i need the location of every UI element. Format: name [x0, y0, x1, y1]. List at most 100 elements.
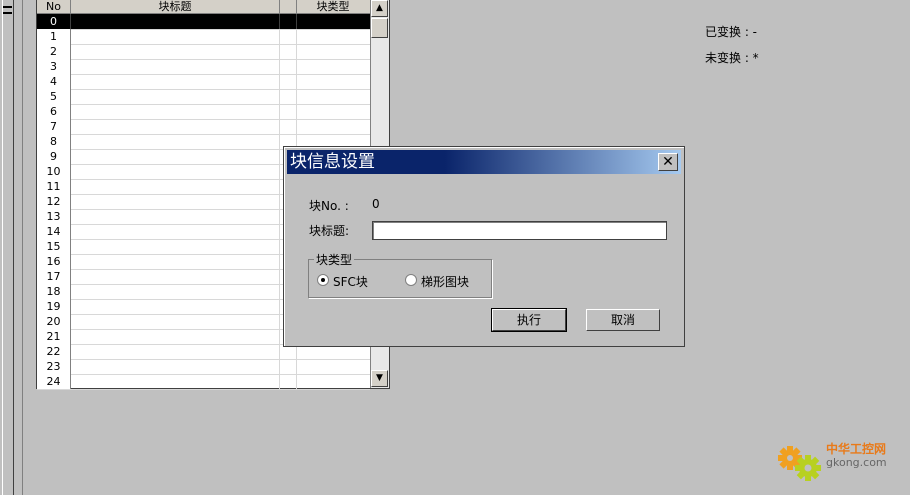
cell-block-title — [71, 239, 280, 254]
cell-spacer — [280, 44, 297, 59]
cell-no: 22 — [37, 344, 71, 359]
cell-no: 8 — [37, 134, 71, 149]
cell-block-title — [71, 299, 280, 314]
cell-block-type — [297, 59, 369, 74]
cell-spacer — [280, 104, 297, 119]
arrow-down-icon: ▼ — [376, 373, 383, 383]
block-type-group: 块类型 SFC块 梯形图块 — [308, 251, 492, 298]
cell-block-title — [71, 329, 280, 344]
cell-block-title — [71, 284, 280, 299]
cell-block-type — [297, 29, 369, 44]
dialog-titlebar[interactable]: 块信息设置 ✕ — [287, 150, 681, 174]
cell-no: 17 — [37, 269, 71, 284]
cell-no: 12 — [37, 194, 71, 209]
cell-block-title — [71, 164, 280, 179]
radio-ladder-block[interactable] — [405, 274, 417, 286]
radio-selected-dot — [321, 278, 325, 282]
cell-no: 9 — [37, 149, 71, 164]
table-row[interactable]: 1 — [37, 29, 370, 45]
block-no-label: 块No. : — [309, 199, 349, 213]
execute-button[interactable]: 执行 — [491, 308, 567, 332]
table-row[interactable]: 24 — [37, 374, 370, 390]
cell-block-title — [71, 134, 280, 149]
watermark-text-cn: 中华工控网 — [826, 442, 887, 456]
cell-spacer — [280, 119, 297, 134]
scroll-thumb[interactable] — [371, 18, 388, 38]
table-row[interactable]: 6 — [37, 104, 370, 120]
divider-mark — [3, 12, 12, 14]
column-header-no[interactable]: No — [37, 0, 71, 13]
scroll-up-button[interactable]: ▲ — [371, 0, 388, 17]
cell-no: 21 — [37, 329, 71, 344]
table-row[interactable]: 4 — [37, 74, 370, 90]
table-row[interactable]: 3 — [37, 59, 370, 75]
cell-no: 3 — [37, 59, 71, 74]
cell-no: 1 — [37, 29, 71, 44]
watermark-text-domain: gkong.com — [826, 456, 887, 469]
cell-no: 5 — [37, 89, 71, 104]
cell-block-title — [71, 314, 280, 329]
table-row[interactable]: 0 — [37, 14, 370, 30]
cell-block-title — [71, 344, 280, 359]
table-row[interactable]: 5 — [37, 89, 370, 105]
cell-no: 2 — [37, 44, 71, 59]
cell-no: 15 — [37, 239, 71, 254]
column-header-block-type[interactable]: 块类型 — [297, 0, 369, 13]
cell-spacer — [280, 14, 297, 29]
radio-ladder-label[interactable]: 梯形图块 — [421, 273, 469, 290]
cell-block-type — [297, 89, 369, 104]
cell-no: 7 — [37, 119, 71, 134]
radio-sfc-block[interactable] — [317, 274, 329, 286]
table-row[interactable]: 23 — [37, 359, 370, 375]
dialog-title: 块信息设置 — [290, 152, 375, 172]
cancel-button[interactable]: 取消 — [586, 309, 660, 331]
cell-no: 14 — [37, 224, 71, 239]
column-header-block-title[interactable]: 块标题 — [71, 0, 280, 13]
cell-no: 20 — [37, 314, 71, 329]
cell-spacer — [280, 59, 297, 74]
cell-spacer — [280, 359, 297, 374]
watermark-logo: 中华工控网 gkong.com — [772, 434, 902, 488]
cell-spacer — [280, 89, 297, 104]
table-row[interactable]: 7 — [37, 119, 370, 135]
cell-block-title — [71, 29, 280, 44]
cell-block-title — [71, 119, 280, 134]
left-panel-divider[interactable] — [2, 0, 14, 495]
block-title-input[interactable] — [372, 221, 667, 240]
table-row[interactable]: 2 — [37, 44, 370, 60]
cell-block-title — [71, 179, 280, 194]
cell-block-title — [71, 104, 280, 119]
divider-mark — [3, 6, 12, 8]
left-panel-strip — [0, 0, 23, 495]
cell-no: 24 — [37, 374, 71, 389]
cell-no: 13 — [37, 209, 71, 224]
close-button[interactable]: ✕ — [658, 153, 678, 171]
cell-block-title — [71, 89, 280, 104]
cell-block-type — [297, 119, 369, 134]
cell-block-type — [297, 104, 369, 119]
cell-spacer — [280, 74, 297, 89]
cell-block-type — [297, 14, 369, 29]
radio-sfc-label[interactable]: SFC块 — [333, 273, 368, 290]
scroll-down-button[interactable]: ▼ — [371, 370, 388, 387]
table-header: No 块标题 块类型 — [37, 0, 370, 14]
status-converted: 已变换 : - — [705, 25, 758, 39]
gear-icon — [778, 446, 821, 481]
cell-no: 18 — [37, 284, 71, 299]
cell-block-type — [297, 374, 369, 389]
block-type-group-label: 块类型 — [314, 251, 355, 268]
cell-spacer — [280, 374, 297, 389]
cell-block-title — [71, 74, 280, 89]
cell-block-title — [71, 209, 280, 224]
cell-block-type — [297, 359, 369, 374]
arrow-up-icon: ▲ — [376, 3, 383, 13]
close-icon: ✕ — [662, 154, 674, 170]
cell-block-title — [71, 59, 280, 74]
cell-no: 19 — [37, 299, 71, 314]
block-title-label: 块标题: — [309, 224, 350, 238]
column-header-spacer — [280, 0, 297, 13]
block-no-value: 0 — [372, 197, 380, 211]
block-info-dialog: 块信息设置 ✕ 块No. : 0 块标题: 块类型 SFC块 梯形图块 执行 取… — [283, 146, 685, 347]
cell-block-title — [71, 44, 280, 59]
cell-block-title — [71, 14, 280, 29]
